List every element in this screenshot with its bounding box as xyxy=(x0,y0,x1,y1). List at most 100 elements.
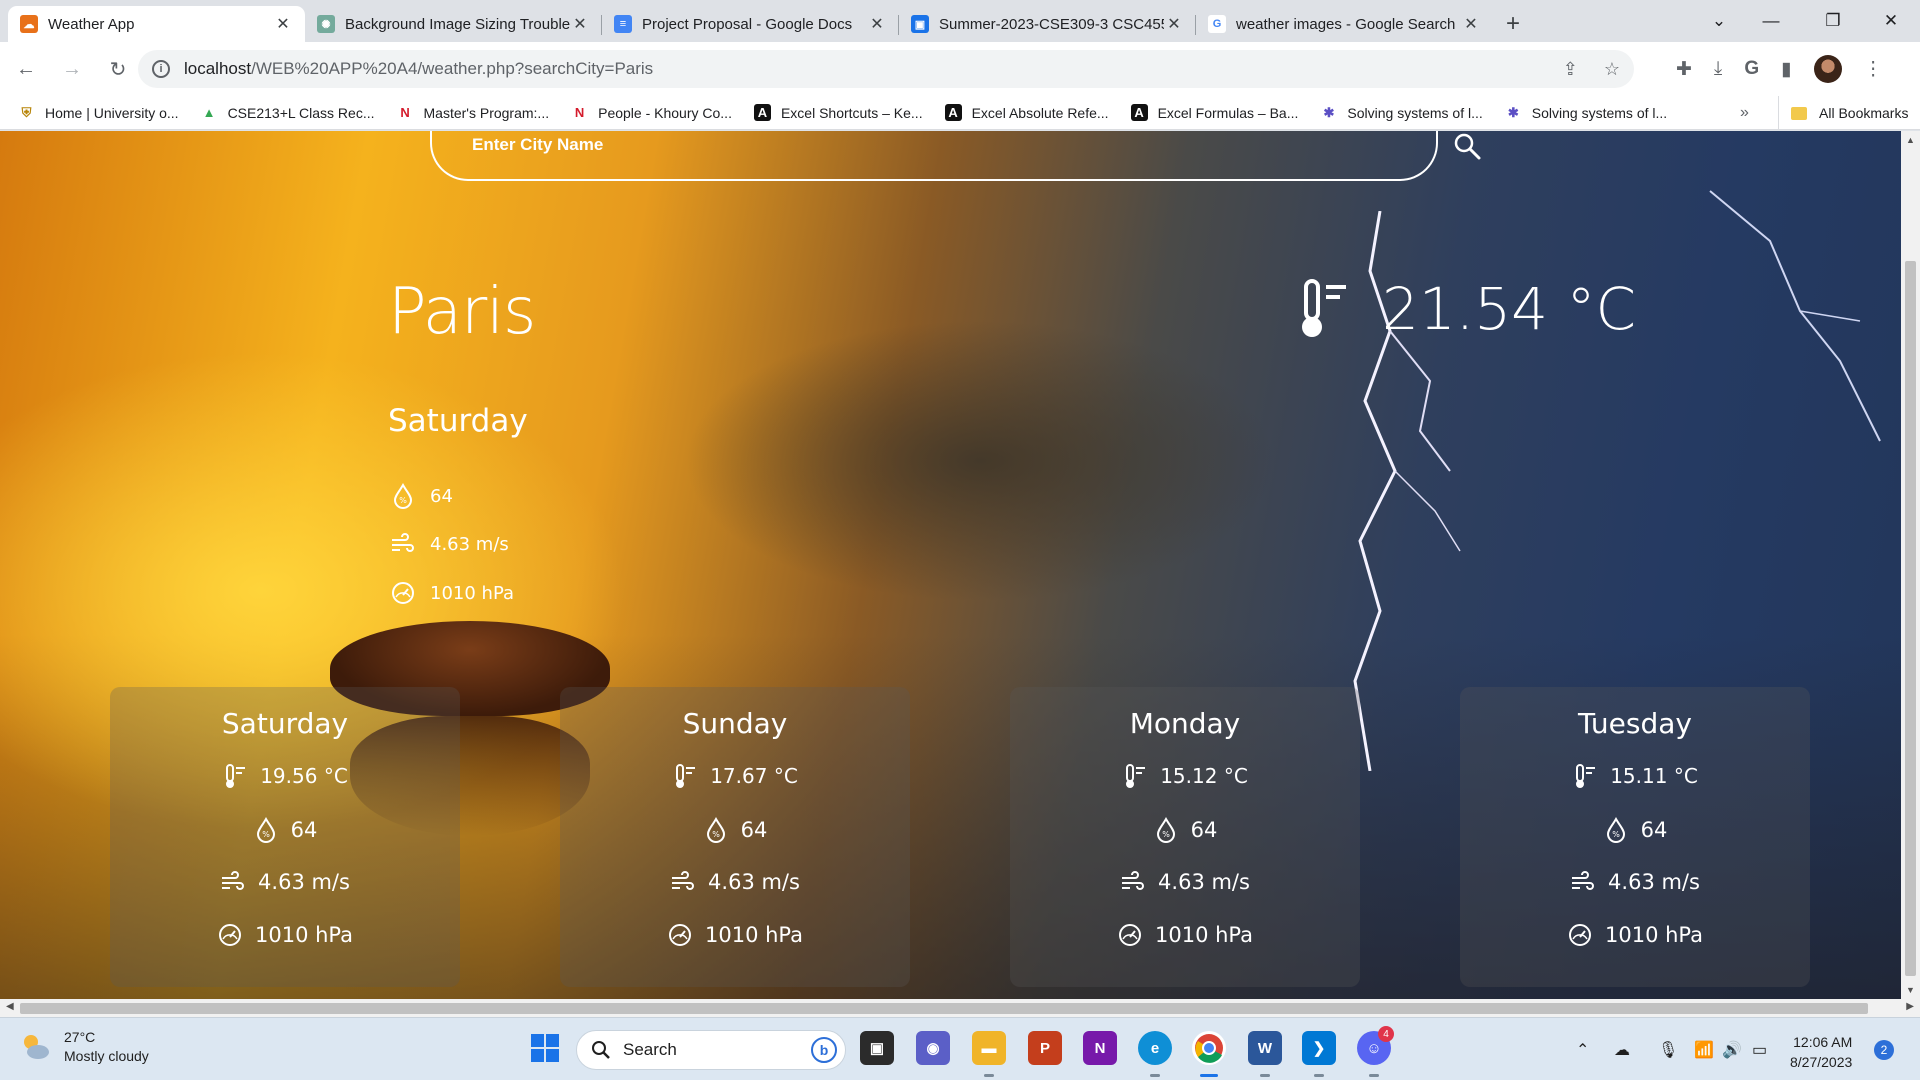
back-button[interactable]: ← xyxy=(6,49,46,89)
forecast-pressure: 1010 hPa xyxy=(1460,922,1810,948)
tab-google-search[interactable]: G weather images - Google Search ✕ xyxy=(1196,6,1493,42)
tab-title: Project Proposal - Google Docs xyxy=(642,15,853,33)
close-tab-icon[interactable]: ✕ xyxy=(273,14,293,34)
tab-title: Weather App xyxy=(48,15,135,33)
volume-icon[interactable]: 🔊 xyxy=(1722,1018,1742,1080)
weather-desc: Mostly cloudy xyxy=(64,1048,149,1064)
tab-weather-app[interactable]: ☁ Weather App ✕ xyxy=(8,6,305,42)
share-icon[interactable]: ⇪ xyxy=(1563,59,1578,80)
scroll-right-icon[interactable]: ▶ xyxy=(1906,1001,1914,1012)
drive-icon: ▲ xyxy=(202,105,216,120)
new-tab-button[interactable]: + xyxy=(1493,6,1533,42)
horizontal-scrollbar[interactable]: ◀ ▶ xyxy=(0,999,1920,1017)
download-icon[interactable]: ⤓ xyxy=(1714,58,1722,80)
edge-icon[interactable]: e xyxy=(1138,1031,1172,1065)
tab-search-chevron-icon[interactable]: ⌄ xyxy=(1694,0,1744,42)
svg-text:%: % xyxy=(1612,830,1620,839)
reload-button[interactable]: ↻ xyxy=(98,49,138,89)
humidity-icon: % xyxy=(1606,817,1625,843)
bookmark-item[interactable]: N Master's Program:... xyxy=(397,104,549,121)
vertical-scrollbar[interactable]: ▲ ▼ xyxy=(1901,131,1920,999)
battery-icon[interactable]: ▭ xyxy=(1752,1018,1767,1080)
menu-kebab-icon[interactable]: ⋮ xyxy=(1864,58,1883,81)
forecast-humidity: % 64 xyxy=(110,817,460,843)
close-tab-icon[interactable]: ✕ xyxy=(1164,14,1184,34)
show-hidden-icons-button[interactable]: ⌃ xyxy=(1576,1018,1589,1080)
close-tab-icon[interactable]: ✕ xyxy=(1461,14,1481,34)
extensions-icon[interactable]: ✚ xyxy=(1676,58,1692,81)
weather-widget[interactable]: 27°C Mostly cloudy xyxy=(18,1028,149,1066)
classroom-favicon-icon: ▣ xyxy=(911,15,929,33)
tab-project-proposal[interactable]: ≡ Project Proposal - Google Docs ✕ xyxy=(602,6,899,42)
teams-chat-icon[interactable]: ◉ xyxy=(916,1031,950,1065)
city-search-input[interactable] xyxy=(472,135,1372,155)
file-explorer-icon[interactable]: ▬ xyxy=(972,1031,1006,1065)
wind-icon xyxy=(222,871,245,890)
address-bar[interactable]: i localhost/WEB%20APP%20A4/weather.php?s… xyxy=(138,50,1634,88)
close-window-button[interactable]: ✕ xyxy=(1866,0,1916,42)
forecast-day: Tuesday xyxy=(1578,707,1692,740)
close-tab-icon[interactable]: ✕ xyxy=(570,14,590,34)
bookmark-item[interactable]: A Excel Shortcuts – Ke... xyxy=(753,104,923,121)
tab-title: weather images - Google Search xyxy=(1236,15,1456,33)
bookmark-item[interactable]: ▲ CSE213+L Class Rec... xyxy=(201,104,375,121)
side-panel-icon[interactable]: ▮ xyxy=(1781,58,1791,81)
task-view-icon[interactable]: ▣ xyxy=(860,1031,894,1065)
bookmarks-overflow-button[interactable]: » xyxy=(1740,96,1749,130)
tab-title: Summer-2023-CSE309-3 CSC455 xyxy=(939,15,1164,33)
start-button[interactable] xyxy=(528,1031,562,1065)
wind-icon xyxy=(1122,871,1145,890)
search-icon xyxy=(592,1041,610,1059)
restore-button[interactable]: ❐ xyxy=(1808,0,1858,42)
bookmark-item[interactable]: A Excel Absolute Refe... xyxy=(944,104,1109,121)
bookmark-item[interactable]: A Excel Formulas – Ba... xyxy=(1130,104,1298,121)
site-info-icon[interactable]: i xyxy=(152,60,170,78)
svg-text:%: % xyxy=(1162,830,1170,839)
profile-avatar[interactable] xyxy=(1813,55,1842,83)
tab-strip: ☁ Weather App ✕ ✺ Background Image Sizin… xyxy=(0,0,1920,42)
horizontal-scroll-thumb[interactable] xyxy=(20,1003,1868,1014)
vertical-scroll-thumb[interactable] xyxy=(1905,261,1916,976)
forecast-humidity: % 64 xyxy=(1460,817,1810,843)
bookmark-item[interactable]: ⛨ Home | University o... xyxy=(18,104,179,121)
vscode-icon[interactable]: ❯ xyxy=(1302,1031,1336,1065)
svg-text:%: % xyxy=(262,830,270,839)
bookmark-item[interactable]: ✱ Solving systems of l... xyxy=(1320,104,1482,121)
current-humidity: % 64 xyxy=(390,483,453,509)
bing-icon[interactable]: b xyxy=(811,1037,837,1063)
close-tab-icon[interactable]: ✕ xyxy=(867,14,887,34)
bookmarks-bar: ⛨ Home | University o... ▲ CSE213+L Class … xyxy=(0,96,1920,130)
tab-background-image[interactable]: ✺ Background Image Sizing Trouble ✕ xyxy=(305,6,602,42)
microphone-icon[interactable]: 🎙 xyxy=(1658,1018,1678,1080)
bookmark-item[interactable]: N People - Khoury Co... xyxy=(571,104,732,121)
notification-badge[interactable]: 2 xyxy=(1874,1040,1894,1060)
scroll-up-icon[interactable]: ▲ xyxy=(1901,135,1920,145)
thermometer-icon xyxy=(676,764,696,788)
wifi-icon[interactable]: 📶 xyxy=(1694,1018,1714,1080)
google-favicon-icon: G xyxy=(1208,15,1226,33)
current-wind: 4.63 m/s xyxy=(390,531,509,557)
scroll-left-icon[interactable]: ◀ xyxy=(6,1001,14,1012)
taskbar-search[interactable]: Search b xyxy=(576,1030,846,1070)
tab-summer-course[interactable]: ▣ Summer-2023-CSE309-3 CSC455 ✕ xyxy=(899,6,1196,42)
svg-text:%: % xyxy=(399,496,407,505)
humidity-icon: % xyxy=(706,817,725,843)
pressure-gauge-icon xyxy=(1568,924,1591,946)
chrome-icon[interactable] xyxy=(1192,1031,1226,1065)
bookmark-star-icon[interactable]: ☆ xyxy=(1604,59,1620,80)
powerpoint-icon[interactable]: P xyxy=(1028,1031,1062,1065)
all-bookmarks-button[interactable]: All Bookmarks xyxy=(1778,96,1908,130)
scroll-down-icon[interactable]: ▼ xyxy=(1901,985,1920,995)
system-clock[interactable]: 12:06 AM 8/27/2023 xyxy=(1790,1032,1852,1072)
search-icon[interactable] xyxy=(1452,131,1482,161)
forecast-card: Tuesday 15.11 °C % 64 4.63 m/s 1010 hPa xyxy=(1460,687,1810,987)
word-icon[interactable]: W xyxy=(1248,1031,1282,1065)
minimize-button[interactable]: — xyxy=(1746,0,1796,42)
bookmark-item[interactable]: ✱ Solving systems of l... xyxy=(1505,104,1667,121)
forward-button[interactable]: → xyxy=(52,49,92,89)
onenote-icon[interactable]: N xyxy=(1083,1031,1117,1065)
forecast-pressure: 1010 hPa xyxy=(110,922,460,948)
windows-logo-icon xyxy=(531,1034,559,1062)
grammarly-icon[interactable]: G xyxy=(1744,58,1759,80)
onedrive-cloud-icon[interactable]: ☁ xyxy=(1614,1018,1630,1080)
